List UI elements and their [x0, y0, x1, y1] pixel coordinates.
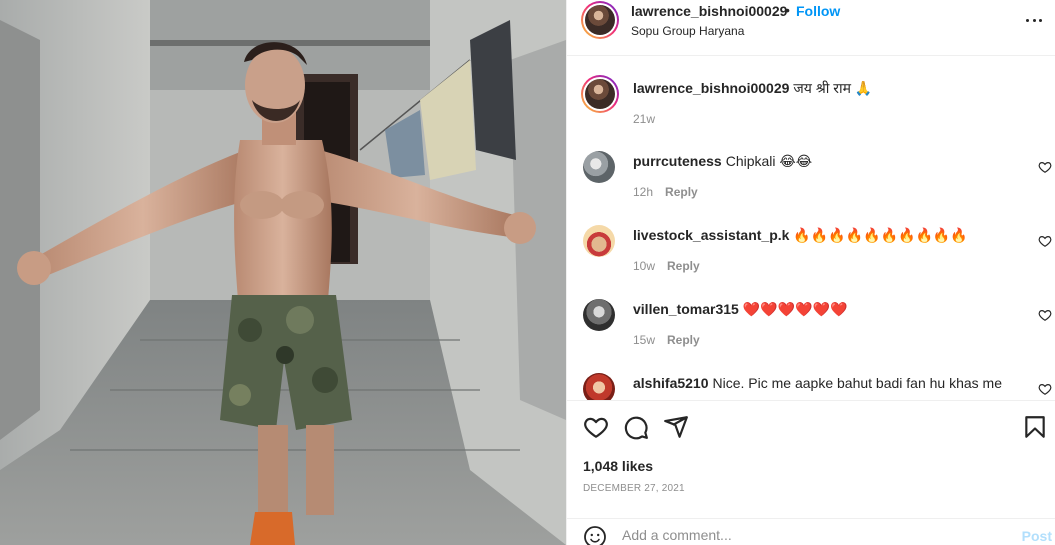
comment-input[interactable] [622, 527, 1002, 543]
more-options-icon[interactable] [1022, 10, 1046, 30]
comment-username[interactable]: alshifa5210 [633, 375, 709, 391]
heart-icon[interactable] [583, 414, 609, 440]
comment-heart-icon[interactable] [1038, 382, 1052, 396]
comment-meta: 10w Reply [633, 259, 700, 273]
comment-avatar[interactable] [583, 151, 615, 183]
comment-body: 🔥🔥🔥🔥🔥🔥🔥🔥🔥🔥 [793, 227, 968, 243]
author-username[interactable]: lawrence_bishnoi00029 [631, 3, 787, 19]
caption-author-avatar[interactable] [581, 75, 619, 113]
post-location[interactable]: Sopu Group Haryana [631, 24, 744, 38]
caption-text: lawrence_bishnoi00029 जय श्री राम 🙏 [633, 79, 1022, 97]
comment-body: Nice. Pic me aapke bahut badi fan hu kha… [712, 375, 1003, 391]
comment-username[interactable]: livestock_assistant_p.k [633, 227, 789, 243]
comment-username[interactable]: villen_tomar315 [633, 301, 739, 317]
comment-heart-icon[interactable] [1038, 234, 1052, 248]
share-icon[interactable] [663, 414, 689, 440]
comment-body: Chipkali 😂😂 [725, 153, 813, 169]
comments-list[interactable]: lawrence_bishnoi00029 जय श्री राम 🙏 21w p… [567, 57, 1055, 400]
author-avatar[interactable] [581, 1, 619, 39]
reply-button[interactable]: Reply [667, 259, 700, 273]
post-comment-button[interactable]: Post [1022, 528, 1052, 544]
post-photo[interactable] [0, 0, 566, 545]
comment-heart-icon[interactable] [1038, 160, 1052, 174]
follow-button[interactable]: Follow [796, 3, 840, 19]
reply-button[interactable]: Reply [667, 333, 700, 347]
comment-heart-icon[interactable] [1038, 308, 1052, 322]
caption-meta: 21w [633, 112, 655, 126]
separator-dot: • [785, 2, 790, 18]
action-bar: 1,048 likes DECEMBER 27, 2021 [567, 400, 1055, 510]
comment-meta: 15w Reply [633, 333, 700, 347]
post-detail-panel: lawrence_bishnoi00029 • Follow Sopu Grou… [566, 0, 1055, 545]
caption-age[interactable]: 21w [633, 112, 655, 126]
reply-button[interactable]: Reply [665, 185, 698, 199]
bookmark-icon[interactable] [1022, 414, 1048, 440]
caption-username[interactable]: lawrence_bishnoi00029 [633, 80, 789, 96]
comment-text: purrcuteness Chipkali 😂😂 [633, 152, 1022, 170]
post-date: DECEMBER 27, 2021 [583, 483, 685, 494]
comment-text: alshifa5210 Nice. Pic me aapke bahut badi… [633, 374, 1022, 392]
comment-icon[interactable] [623, 414, 649, 440]
comment-age[interactable]: 12h [633, 185, 653, 199]
comment-body: ❤️❤️❤️❤️❤️❤️ [742, 301, 848, 317]
comment-avatar[interactable] [583, 225, 615, 257]
comment-meta: 12h Reply [633, 185, 698, 199]
caption-body: जय श्री राम 🙏 [793, 80, 873, 96]
comment-avatar[interactable] [583, 373, 615, 400]
emoji-icon[interactable] [583, 525, 607, 545]
comment-age[interactable]: 10w [633, 259, 655, 273]
post-photo-illustration [0, 0, 566, 545]
comment-age[interactable]: 15w [633, 333, 655, 347]
comment-username[interactable]: purrcuteness [633, 153, 722, 169]
post-header: lawrence_bishnoi00029 • Follow Sopu Grou… [567, 0, 1055, 56]
comment-composer: Post [567, 518, 1055, 545]
comment-avatar[interactable] [583, 299, 615, 331]
likes-count[interactable]: 1,048 likes [583, 458, 653, 474]
comment-text: livestock_assistant_p.k 🔥🔥🔥🔥🔥🔥🔥🔥🔥🔥 [633, 226, 1022, 244]
comment-text: villen_tomar315 ❤️❤️❤️❤️❤️❤️ [633, 300, 1022, 318]
